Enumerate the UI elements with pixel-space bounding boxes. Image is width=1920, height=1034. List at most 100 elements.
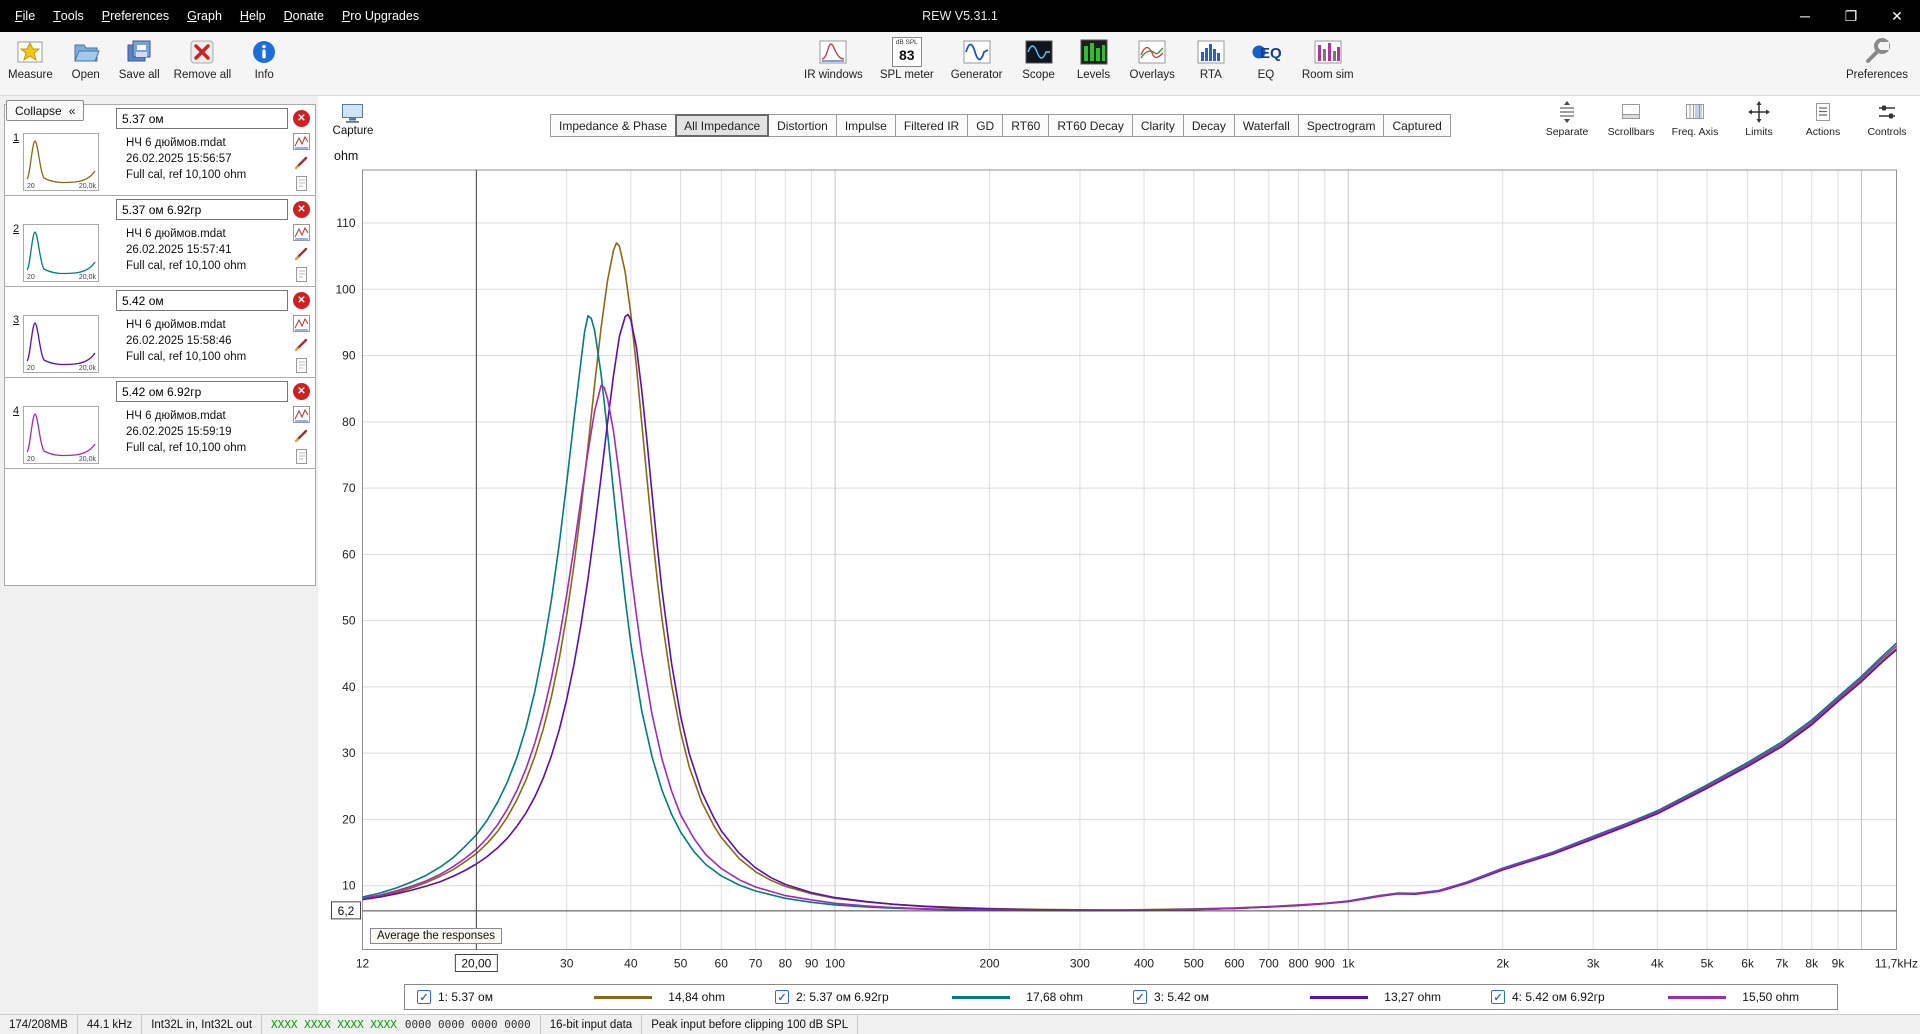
collapse-sidebar-button[interactable]: Collapse « [6,100,85,121]
delete-measurement-button[interactable]: ✕ [293,201,310,218]
svg-text:50: 50 [342,614,356,628]
response-chart-icon[interactable] [293,406,310,423]
measure-button[interactable]: Measure [4,35,57,83]
impedance-chart[interactable]: 10 20 30 40 50 60 70 80 90 100 110 12 30 40 50 60 70 80 90… [318,160,1920,980]
limits-button[interactable]: Limits [1730,100,1788,138]
notes-page-icon[interactable] [293,175,310,192]
measurement-name-input[interactable] [116,381,288,402]
measurement-item-3[interactable]: ✕ 3 20 20,0k НЧ 6 дюймов.mdat 26.02.2025 … [5,287,315,378]
tab-distortion[interactable]: Distortion [768,114,837,137]
svg-text:100: 100 [335,282,355,296]
svg-text:EQ: EQ [1260,45,1281,62]
close-button[interactable]: ✕ [1874,0,1920,32]
legend-entry-1: ✓ 1: 5.37 ом 14,84 ohm [405,990,763,1004]
room-sim-icon [1314,40,1342,64]
freq-axis-button[interactable]: Freq. Axis [1666,100,1724,138]
edit-pencil-icon[interactable] [293,427,310,444]
remove-all-button[interactable]: Remove all [170,35,236,83]
measurement-thumbnail[interactable]: 20 20,0k [23,315,99,373]
notes-page-icon[interactable] [293,357,310,374]
notes-page-icon[interactable] [293,266,310,283]
room-sim-button[interactable]: Room sim [1298,35,1358,83]
measurement-thumbnail[interactable]: 20 20,0k [23,224,99,282]
tab-gd[interactable]: GD [967,114,1004,137]
info-button[interactable]: Info [241,35,287,83]
maximize-icon: ❐ [1844,7,1858,24]
delete-measurement-button[interactable]: ✕ [293,110,310,127]
open-button[interactable]: Open [63,35,109,83]
measurement-cal: Full cal, ref 10,100 ohm [126,442,247,454]
measurement-name-input[interactable] [116,108,288,129]
response-chart-icon[interactable] [293,315,310,332]
measurement-name-input[interactable] [116,199,288,220]
eq-button[interactable]: EQ EQ [1243,35,1289,83]
svg-text:100: 100 [825,957,845,971]
minimize-button[interactable]: ─ [1782,0,1828,32]
legend-checkbox[interactable]: ✓ [775,990,789,1004]
menu-pro-upgrades[interactable]: Pro Upgrades [333,0,428,32]
actions-button[interactable]: Actions [1794,100,1852,138]
tab-rt60-decay[interactable]: RT60 Decay [1048,114,1133,137]
tab-captured[interactable]: Captured [1383,114,1451,137]
edit-pencil-icon[interactable] [293,154,310,171]
ir-windows-button[interactable]: IR windows [800,35,867,83]
response-chart-icon[interactable] [293,224,310,241]
separate-button[interactable]: Separate [1538,100,1596,138]
notes-page-icon[interactable] [293,448,310,465]
svg-text:60: 60 [342,547,356,561]
svg-text:20: 20 [27,456,35,463]
scope-button[interactable]: Scope [1016,35,1062,83]
delete-measurement-button[interactable]: ✕ [293,383,310,400]
measurement-item-2[interactable]: ✕ 2 20 20,0k НЧ 6 дюймов.mdat 26.02.2025 … [5,196,315,287]
separate-icon [1560,101,1574,123]
levels-button[interactable]: Levels [1071,35,1117,83]
menu-help[interactable]: Help [231,0,275,32]
measurement-item-4[interactable]: ✕ 4 20 20,0k НЧ 6 дюймов.mdat 26.02.2025 … [5,378,315,469]
svg-text:800: 800 [1289,957,1309,971]
tab-all-impedance[interactable]: All Impedance [675,114,770,137]
menu-donate[interactable]: Donate [275,0,333,32]
legend-checkbox[interactable]: ✓ [1491,990,1505,1004]
menu-graph[interactable]: Graph [178,0,231,32]
edit-pencil-icon[interactable] [293,336,310,353]
tab-decay[interactable]: Decay [1182,114,1235,137]
tab-spectrogram[interactable]: Spectrogram [1297,114,1385,137]
menu-preferences[interactable]: Preferences [93,0,178,32]
maximize-button[interactable]: ❐ [1828,0,1874,32]
tab-filtered-ir[interactable]: Filtered IR [894,114,969,137]
menu-tools[interactable]: Tools [44,0,93,32]
spl-meter-button[interactable]: dB SPL 83 SPL meter [876,35,938,83]
measurement-name-input[interactable] [116,290,288,311]
generator-button[interactable]: Generator [947,35,1007,83]
legend-checkbox[interactable]: ✓ [1133,990,1147,1004]
delete-measurement-button[interactable]: ✕ [293,292,310,309]
svg-text:5k: 5k [1701,957,1715,971]
save-all-button[interactable]: Save all [115,35,164,83]
scrollbars-button[interactable]: Scrollbars [1602,100,1660,138]
measurement-file: НЧ 6 дюймов.mdat [126,228,226,240]
tab-rt60[interactable]: RT60 [1002,114,1050,137]
measurement-thumbnail[interactable]: 20 20,0k [23,133,99,191]
response-chart-icon[interactable] [293,133,310,150]
average-responses-tooltip: Average the responses [370,928,503,944]
measurement-thumbnail[interactable]: 20 20,0k [23,406,99,464]
svg-text:110: 110 [336,216,355,230]
tab-impulse[interactable]: Impulse [835,114,896,137]
measurement-cal: Full cal, ref 10,100 ohm [126,169,247,181]
measurement-date: 26.02.2025 15:59:19 [126,426,232,438]
overlays-button[interactable]: Overlays [1126,35,1179,83]
capture-button[interactable]: Capture [328,102,378,137]
svg-text:400: 400 [1134,957,1154,971]
tab-waterfall[interactable]: Waterfall [1233,114,1299,137]
legend-checkbox[interactable]: ✓ [417,990,431,1004]
tab-clarity[interactable]: Clarity [1131,114,1184,137]
menu-file[interactable]: File [6,0,44,32]
preferences-button[interactable]: Preferences [1842,35,1912,83]
tab-impedance-phase[interactable]: Impedance & Phase [550,114,677,137]
delete-x-icon: ✕ [297,112,306,124]
controls-button[interactable]: Controls [1858,100,1916,138]
rta-button[interactable]: RTA [1188,35,1234,83]
minimize-icon: ─ [1800,8,1810,24]
edit-pencil-icon[interactable] [293,245,310,262]
delete-x-icon: ✕ [297,203,306,215]
